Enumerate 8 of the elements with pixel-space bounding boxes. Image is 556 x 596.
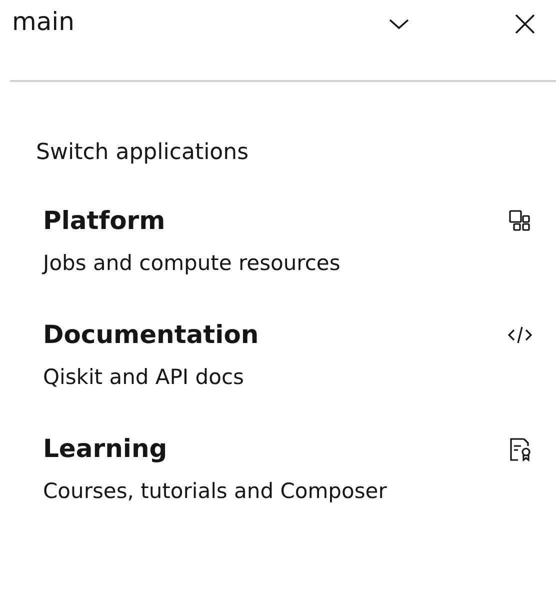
- app-title[interactable]: Platform: [43, 204, 506, 238]
- section-title: Switch applications: [35, 139, 250, 167]
- app-description: Qiskit and API docs: [43, 364, 245, 391]
- app-description: Jobs and compute resources: [43, 250, 342, 277]
- app-description: Courses, tutorials and Composer: [43, 478, 388, 505]
- selected-value: main: [12, 6, 76, 38]
- app-title[interactable]: Learning: [43, 432, 506, 466]
- app-title[interactable]: Documentation: [43, 318, 506, 352]
